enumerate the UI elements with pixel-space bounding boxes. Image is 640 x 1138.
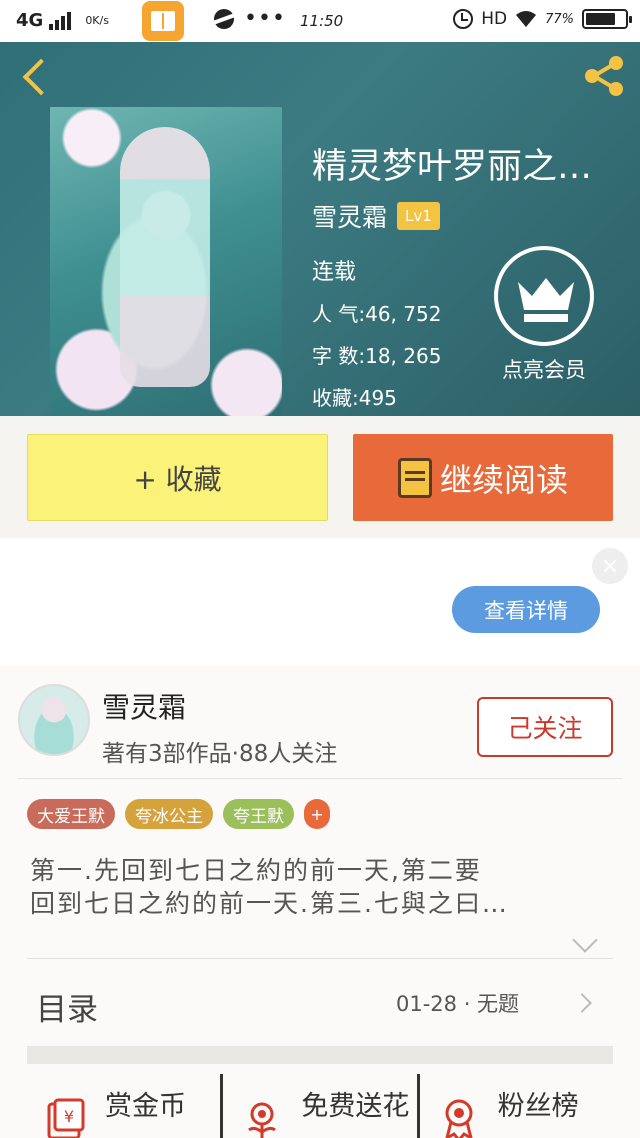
crown-ring bbox=[494, 246, 594, 346]
reward-coin-label: 赏金币 bbox=[105, 1091, 186, 1122]
tag-list: 大爱王默 夸冰公主 夸王默 + bbox=[27, 799, 330, 829]
book-intro[interactable]: 第一.先回到七日之約的前一天,第二要 回到七日之約的前一天.第三.七與之曰… bbox=[30, 854, 616, 920]
book-header: 精灵梦叶罗丽之… 雪灵霜 Lv1 连载 人 气:46, 752 字 数:18, … bbox=[0, 42, 640, 416]
wifi-icon bbox=[515, 10, 537, 28]
tag-item[interactable]: 大爱王默 bbox=[27, 799, 115, 829]
network-speed: 0K/s bbox=[85, 14, 109, 27]
level-badge: Lv1 bbox=[397, 202, 440, 230]
notification-icons: ••• bbox=[214, 6, 286, 31]
network-type: 4G bbox=[16, 10, 44, 31]
view-details-button[interactable]: 查看详情 bbox=[452, 586, 600, 633]
reader-app-icon bbox=[142, 1, 184, 41]
book-info-card: 雪灵霜 著有3部作品·88人关注 己关注 大爱王默 夸冰公主 夸王默 + 第一.… bbox=[0, 666, 640, 1138]
status-bar: 4G 0K/s ••• 11:50 HD 77% bbox=[0, 0, 640, 42]
clock: 11:50 bbox=[300, 12, 344, 30]
divider bbox=[18, 778, 622, 779]
battery-percent: 77% bbox=[545, 11, 574, 27]
fan-ranking-button[interactable]: 粉丝榜 bbox=[416, 1074, 613, 1138]
system-icons: HD 77% bbox=[453, 9, 632, 29]
book-cover-image[interactable] bbox=[50, 107, 282, 416]
toc-label[interactable]: 目录 bbox=[36, 984, 98, 1029]
signal-bars-icon bbox=[49, 11, 72, 30]
ad-banner: 查看详情 bbox=[0, 538, 640, 666]
medal-icon bbox=[445, 1099, 473, 1138]
alarm-icon bbox=[453, 9, 474, 29]
send-flower-button[interactable]: 免费送花 bbox=[220, 1074, 416, 1138]
author-row: 雪灵霜 Lv1 bbox=[312, 198, 440, 234]
more-notifications-icon: ••• bbox=[244, 6, 286, 31]
divider bbox=[27, 958, 613, 959]
back-button[interactable] bbox=[18, 58, 58, 98]
browser-icon bbox=[214, 9, 234, 29]
gold-coin-icon: ¥ bbox=[47, 1098, 85, 1138]
chevron-right-icon[interactable] bbox=[572, 993, 592, 1013]
book-title: 精灵梦叶罗丽之… bbox=[312, 147, 593, 187]
svg-text:¥: ¥ bbox=[64, 1107, 74, 1126]
chevron-down-icon[interactable] bbox=[572, 927, 598, 953]
popularity-stat: 人 气:46, 752 bbox=[312, 302, 442, 326]
book-icon bbox=[397, 457, 432, 498]
favorites-stat: 收藏:495 bbox=[312, 386, 397, 410]
signal-group: 4G 0K/s bbox=[16, 10, 109, 31]
reward-coin-button[interactable]: ¥ 赏金币 bbox=[27, 1074, 220, 1138]
word-count-stat: 字 数:18, 265 bbox=[312, 344, 442, 368]
author-meta: 著有3部作品·88人关注 bbox=[102, 741, 338, 767]
close-icon[interactable] bbox=[592, 548, 628, 584]
continue-reading-label: 继续阅读 bbox=[439, 460, 568, 499]
share-icon[interactable] bbox=[580, 52, 628, 100]
serial-status: 连载 bbox=[312, 260, 357, 285]
support-tools: ¥ 赏金币 免费送花 粉丝榜 bbox=[27, 1074, 613, 1138]
avatar[interactable] bbox=[18, 684, 90, 756]
tag-item[interactable]: 夸冰公主 bbox=[125, 799, 213, 829]
fan-ranking-label: 粉丝榜 bbox=[497, 1091, 579, 1122]
intro-line: 回到七日之約的前一天.第三.七與之曰… bbox=[30, 889, 509, 918]
latest-chapter[interactable]: 01-28 · 无题 bbox=[396, 988, 519, 1018]
hd-indicator: HD bbox=[481, 9, 508, 29]
author-name[interactable]: 雪灵霜 bbox=[102, 686, 186, 726]
continue-reading-button[interactable]: 继续阅读 bbox=[353, 434, 613, 521]
action-bar: + 收藏 继续阅读 bbox=[0, 416, 640, 538]
flower-icon bbox=[248, 1102, 277, 1138]
intro-line: 第一.先回到七日之約的前一天,第二要 bbox=[30, 856, 482, 885]
vip-member-button[interactable]: 点亮会员 bbox=[492, 246, 596, 384]
book-author[interactable]: 雪灵霜 bbox=[312, 198, 387, 234]
crown-icon bbox=[518, 278, 574, 322]
send-flower-label: 免费送花 bbox=[301, 1091, 410, 1122]
tag-item[interactable]: 夸王默 bbox=[223, 799, 294, 829]
follow-button[interactable]: 己关注 bbox=[477, 697, 613, 757]
vip-label: 点亮会员 bbox=[502, 358, 586, 382]
battery-icon bbox=[582, 9, 632, 29]
collect-button[interactable]: + 收藏 bbox=[27, 434, 328, 521]
section-separator bbox=[27, 1046, 613, 1064]
add-tag-button[interactable]: + bbox=[304, 799, 330, 829]
